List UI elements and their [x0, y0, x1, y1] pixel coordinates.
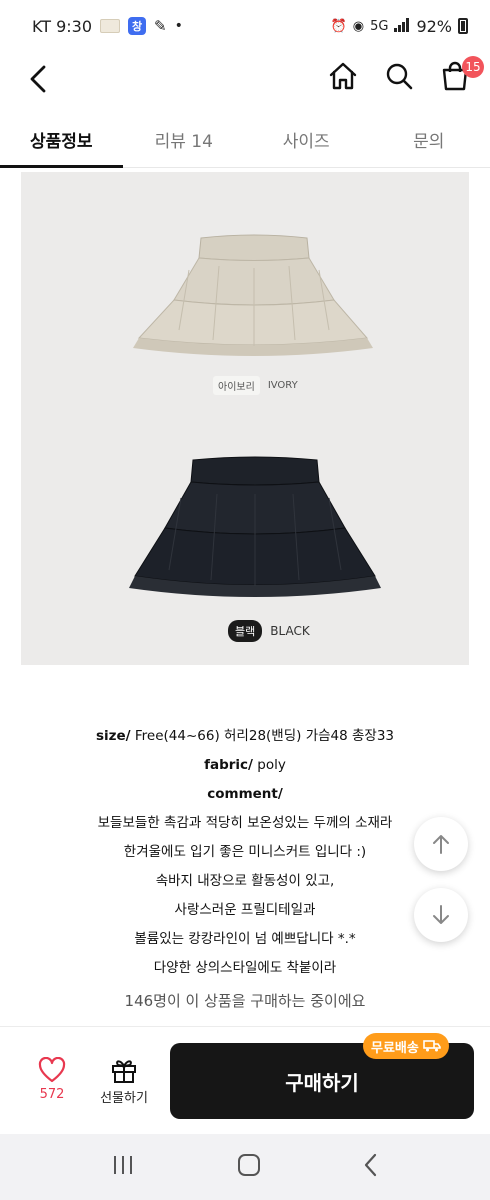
- system-home-icon: [238, 1154, 260, 1176]
- heart-icon: [38, 1057, 66, 1083]
- back-button[interactable]: [22, 60, 54, 98]
- more-notifications-dot: •: [174, 18, 183, 34]
- recent-apps-icon: [114, 1156, 132, 1174]
- cart-count-badge: 15: [462, 56, 484, 78]
- ivory-color-label: 아이보리 IVORY: [213, 376, 298, 395]
- signal-icon: [394, 17, 410, 36]
- search-button[interactable]: [382, 58, 416, 94]
- size-value: Free(44~66) 허리28(밴딩) 가슴48 총장33: [130, 728, 395, 744]
- gift-icon: [112, 1060, 136, 1083]
- home-icon: [329, 62, 357, 90]
- free-shipping-badge: 무료배송: [363, 1033, 449, 1059]
- description-line: 속바지 내장으로 활동성이 있고,: [155, 873, 335, 889]
- ivory-label-en: IVORY: [267, 380, 298, 391]
- search-icon: [386, 63, 413, 90]
- arrow-up-icon: [433, 835, 449, 854]
- fabric-value: poly: [253, 757, 286, 773]
- black-color-label: 블랙 BLACK: [228, 620, 310, 642]
- free-shipping-label: 무료배송: [371, 1040, 419, 1056]
- bottom-action-bar: 572 선물하기 구매하기 무료배송: [0, 1026, 490, 1134]
- system-home-button[interactable]: [237, 1153, 261, 1181]
- tab-inquiry[interactable]: 문의: [368, 112, 490, 167]
- battery-percent: 92%: [416, 16, 452, 36]
- description-line: 볼륨있는 캉캉라인이 넘 예쁘답니다 *.*: [134, 931, 356, 947]
- system-back-button[interactable]: [363, 1153, 379, 1181]
- delivery-truck-icon: [423, 1040, 441, 1052]
- gift-label: 선물하기: [100, 1091, 148, 1106]
- product-detail-image: 아이보리 IVORY 블랙 BLACK: [21, 172, 469, 665]
- purchase-activity-notice: 146명이 이 상품을 구매하는 중이에요: [0, 976, 490, 1024]
- notification-chip-icon: 창: [128, 17, 147, 35]
- system-navigation-bar: [0, 1134, 490, 1200]
- recent-apps-button[interactable]: [111, 1154, 135, 1180]
- gift-button[interactable]: 선물하기: [92, 1057, 156, 1106]
- comment-label: comment/: [207, 786, 283, 802]
- edit-notification-icon: ✎: [154, 17, 167, 35]
- fabric-label: fabric/: [204, 757, 253, 773]
- tab-size[interactable]: 사이즈: [245, 112, 368, 167]
- black-skirt-image: [129, 456, 381, 597]
- status-left: KT 9:30 창 ✎ •: [32, 17, 183, 36]
- black-label-en: BLACK: [270, 624, 310, 638]
- size-label: size/: [95, 728, 131, 744]
- cart-button[interactable]: 15: [438, 56, 484, 94]
- home-button[interactable]: [326, 58, 360, 94]
- like-count: 572: [39, 1087, 65, 1102]
- tab-product-info[interactable]: 상품정보: [0, 112, 123, 168]
- wifi-icon: ◉: [352, 18, 365, 34]
- chevron-left-icon: [30, 65, 46, 93]
- status-bar: KT 9:30 창 ✎ • ⏰ ◉ 5G 92%: [0, 0, 490, 52]
- app-bar: 15: [0, 52, 490, 108]
- black-label-kr: 블랙: [228, 620, 263, 642]
- app-bar-actions: 15: [326, 56, 484, 94]
- arrow-down-icon: [433, 905, 449, 924]
- ivory-label-kr: 아이보리: [213, 376, 260, 395]
- comment-line: comment/: [0, 780, 490, 809]
- like-button[interactable]: 572: [24, 1057, 80, 1113]
- battery-icon: [458, 18, 468, 34]
- carrier-time: KT 9:30: [32, 16, 93, 36]
- system-back-icon: [364, 1153, 377, 1177]
- status-right: ⏰ ◉ 5G 92%: [331, 17, 468, 36]
- ivory-skirt-image: [133, 234, 373, 356]
- notification-thumbnail-icon: [100, 19, 121, 33]
- product-tabs: 상품정보 리뷰 14 사이즈 문의: [0, 112, 490, 168]
- size-line: size/ Free(44~66) 허리28(밴딩) 가슴48 총장33: [0, 722, 490, 751]
- scroll-down-button[interactable]: [414, 888, 468, 942]
- tab-reviews[interactable]: 리뷰 14: [123, 112, 246, 167]
- network-type: 5G: [370, 18, 389, 34]
- scroll-up-button[interactable]: [414, 817, 468, 871]
- alarm-icon: ⏰: [330, 18, 347, 34]
- fabric-line: fabric/ poly: [0, 751, 490, 780]
